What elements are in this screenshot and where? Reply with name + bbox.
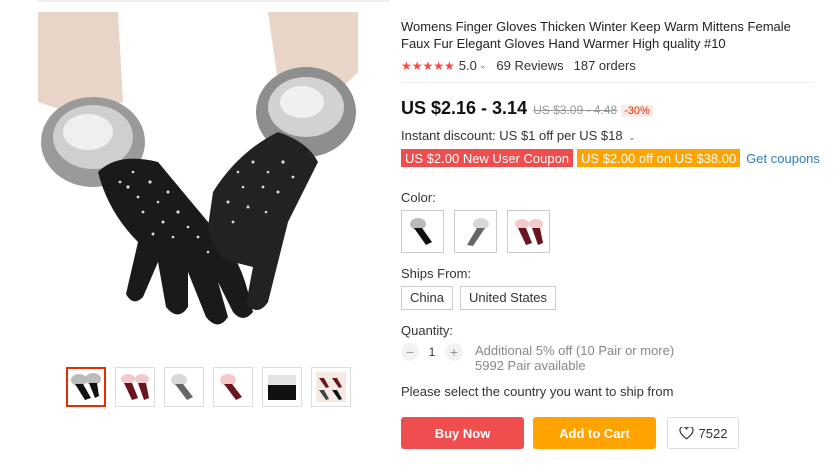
action-buttons: Buy Now Add to Cart 7522 <box>401 417 739 449</box>
instant-discount-text: Instant discount: US $1 off per US $18 <box>401 128 623 143</box>
price-row: US $2.16 - 3.14 US $3.09 - 4.48 -30% <box>401 98 653 119</box>
thumbnail-gray-gloves[interactable] <box>164 367 204 407</box>
divider <box>401 82 813 83</box>
top-divider <box>38 0 390 2</box>
quantity-value[interactable]: 1 <box>419 343 445 361</box>
color-options <box>401 210 550 253</box>
quantity-stepper: − 1 + Additional 5% off (10 Pair or more… <box>401 343 674 373</box>
rating-row: ★★★★★ 5.0 ⌄ 69 Reviews 187 orders <box>401 58 636 73</box>
color-swatch-wine[interactable] <box>507 210 550 253</box>
rating-stars: ★★★★★ <box>401 58 455 73</box>
add-to-cart-button[interactable]: Add to Cart <box>533 417 656 449</box>
product-info: Womens Finger Gloves Thicken Winter Keep… <box>401 18 821 449</box>
reviews-link[interactable]: 69 Reviews <box>496 58 563 73</box>
ships-from-options: China United States <box>401 286 557 310</box>
coupon-row: US $2.00 New User Coupon US $2.00 off on… <box>401 149 820 167</box>
wishlist-button[interactable]: 7522 <box>667 417 739 449</box>
thumbnail-wine-gloves[interactable] <box>115 367 155 407</box>
available-stock: 5992 Pair available <box>475 358 586 373</box>
heart-icon <box>678 426 694 440</box>
thumbnail-black-gloves[interactable] <box>66 367 106 407</box>
product-title: Womens Finger Gloves Thicken Winter Keep… <box>401 19 791 51</box>
color-label: Color: <box>401 190 436 205</box>
current-price: US $2.16 - 3.14 <box>401 98 528 118</box>
main-product-image[interactable] <box>38 12 358 342</box>
additional-discount-text: Additional 5% off (10 Pair or more) <box>475 343 675 358</box>
thumbnail-wine-single[interactable] <box>213 367 253 407</box>
chevron-down-icon[interactable]: ⌄ <box>479 60 487 71</box>
color-swatch-gray[interactable] <box>454 210 497 253</box>
quantity-label: Quantity: <box>401 323 454 338</box>
wishlist-count: 7522 <box>698 425 728 441</box>
thumbnail-color-set[interactable] <box>311 367 351 407</box>
thumbnail-fur-closeup[interactable] <box>262 367 302 407</box>
instant-discount[interactable]: Instant discount: US $1 off per US $18 ⌄ <box>401 128 636 143</box>
get-coupons-link[interactable]: Get coupons <box>746 151 820 166</box>
rating-value[interactable]: 5.0 <box>459 58 477 73</box>
ship-option-china[interactable]: China <box>401 286 453 310</box>
quantity-decrease-button[interactable]: − <box>401 343 419 361</box>
quantity-increase-button[interactable]: + <box>445 343 463 361</box>
shipping-note: Please select the country you want to sh… <box>401 384 674 399</box>
original-price: US $3.09 - 4.48 <box>533 103 618 117</box>
quantity-info: Additional 5% off (10 Pair or more) 5992… <box>475 343 674 373</box>
thumbnail-strip <box>66 367 351 407</box>
discount-badge: -30% <box>621 105 653 117</box>
chevron-down-icon: ⌄ <box>628 132 636 142</box>
color-swatch-black[interactable] <box>401 210 444 253</box>
orders-count: 187 orders <box>573 58 636 73</box>
threshold-coupon[interactable]: US $2.00 off on US $38.00 <box>577 149 741 167</box>
ships-from-label: Ships From: <box>401 266 472 281</box>
ship-option-united-states[interactable]: United States <box>459 286 557 310</box>
buy-now-button[interactable]: Buy Now <box>401 417 524 449</box>
new-user-coupon[interactable]: US $2.00 New User Coupon <box>401 149 574 167</box>
